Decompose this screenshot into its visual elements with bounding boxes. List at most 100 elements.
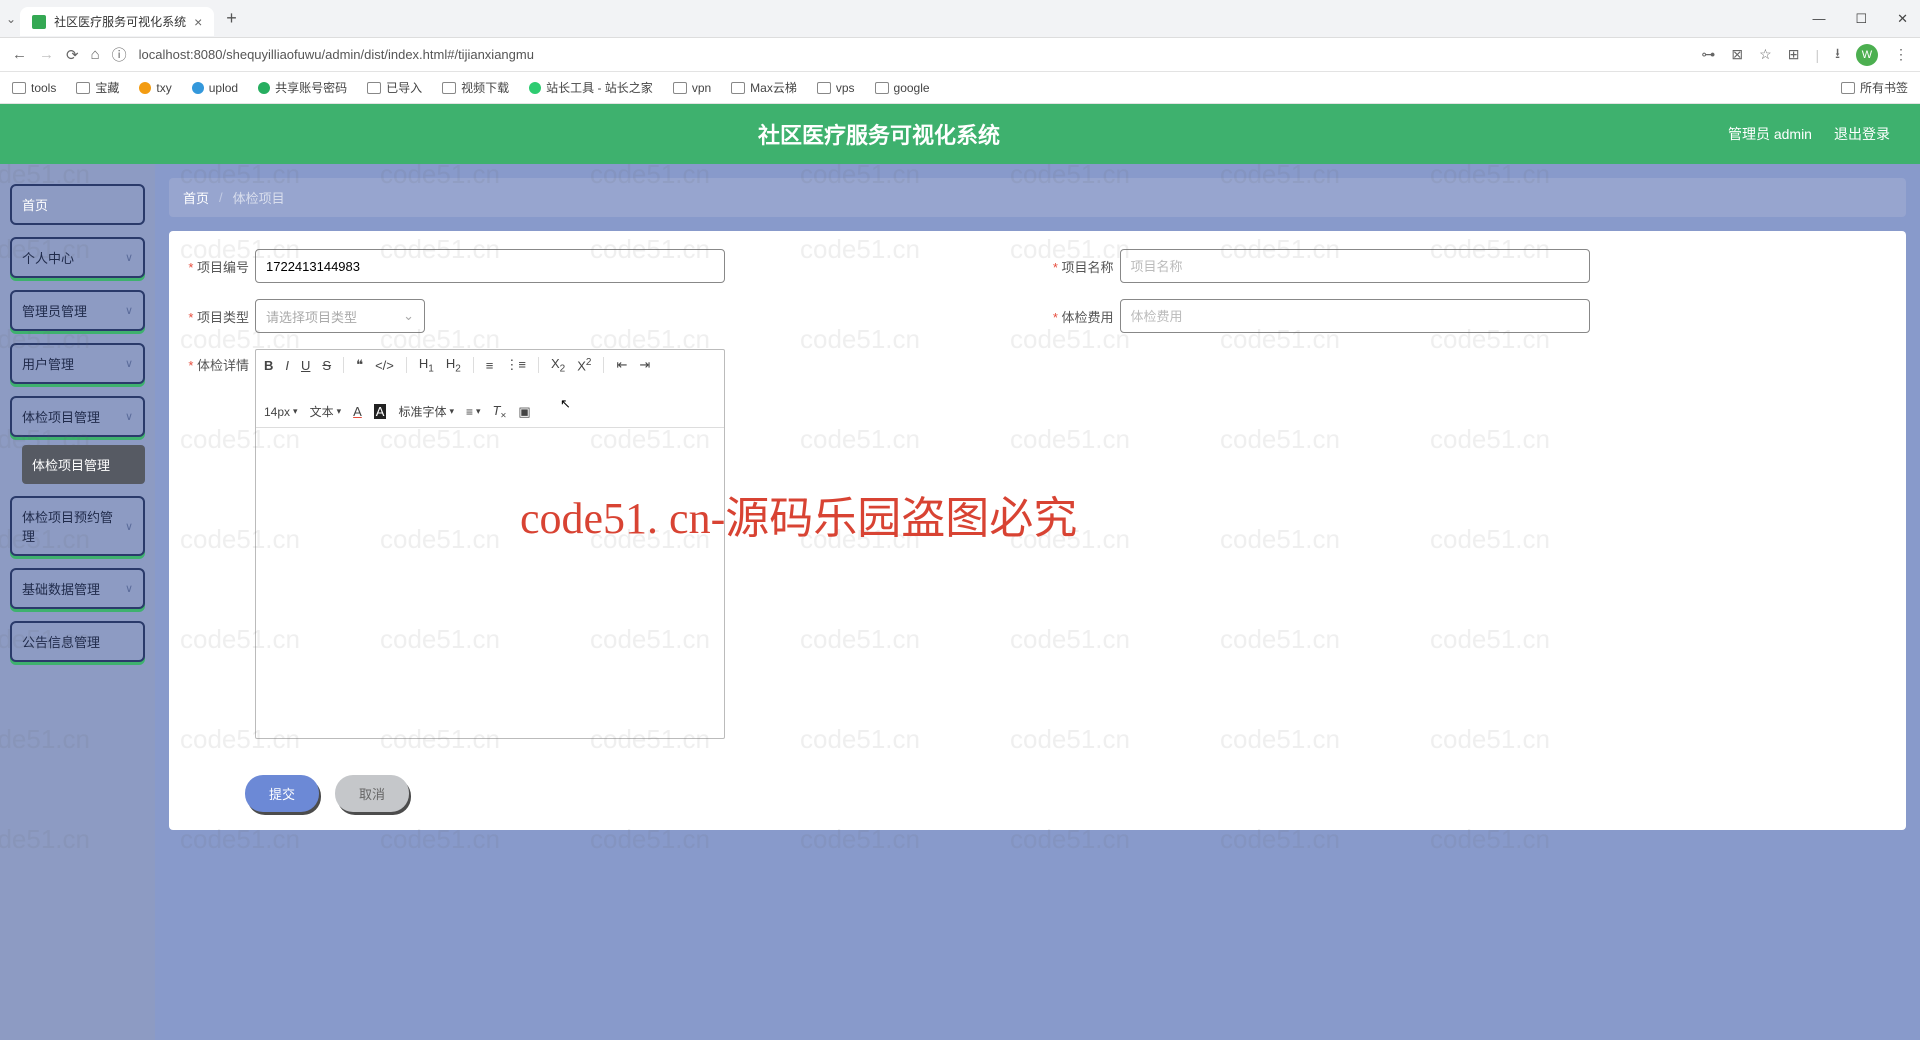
forward-icon[interactable]: → xyxy=(39,46,54,63)
bookmark-icon xyxy=(192,82,204,94)
menu-icon[interactable]: ⋮ xyxy=(1894,46,1908,63)
editor-body[interactable] xyxy=(256,428,724,738)
reload-icon[interactable]: ⟳ xyxy=(66,46,79,64)
folder-icon xyxy=(12,82,26,94)
sidebar-sub-exam-manage[interactable]: 体检项目管理 xyxy=(22,445,145,484)
chevron-down-icon: ∨ xyxy=(125,251,133,264)
font-color-icon[interactable]: A xyxy=(353,404,362,419)
font-family-select[interactable]: 标准字体▾ xyxy=(398,403,454,420)
cancel-button[interactable]: 取消 xyxy=(335,775,409,812)
indent-right-icon[interactable]: ⇥ xyxy=(639,357,650,373)
sidebar-item-exam[interactable]: 体检项目管理∨ xyxy=(10,396,145,437)
italic-icon[interactable]: I xyxy=(285,358,289,373)
chevron-down-icon: ∨ xyxy=(125,304,133,317)
chevron-down-icon: ∨ xyxy=(125,357,133,370)
tab-list-chevron[interactable]: ⌄ xyxy=(6,12,16,26)
proj-type-select[interactable]: 请选择项目类型 ⌄ xyxy=(255,299,425,333)
image-icon[interactable]: ▣ xyxy=(518,404,530,420)
sidebar-item-home[interactable]: 首页 xyxy=(10,184,145,225)
bookmark-item[interactable]: 宝藏 xyxy=(76,79,119,96)
strike-icon[interactable]: S xyxy=(322,358,331,373)
superscript-icon[interactable]: X2 xyxy=(577,357,591,373)
download-icon[interactable]: ⭳ xyxy=(1835,43,1840,67)
bookmark-item[interactable]: 已导入 xyxy=(367,79,422,96)
home-icon[interactable]: ⌂ xyxy=(91,46,100,63)
bookmark-item[interactable]: google xyxy=(875,81,930,95)
bookmark-item[interactable]: 共享账号密码 xyxy=(258,79,347,96)
sidebar-item-reserve[interactable]: 体检项目预约管理∨ xyxy=(10,496,145,556)
bookmark-item[interactable]: vps xyxy=(817,81,855,95)
h1-icon[interactable]: H1 xyxy=(419,356,434,375)
sidebar-item-basedata[interactable]: 基础数据管理∨ xyxy=(10,568,145,609)
current-user-label[interactable]: 管理员 admin xyxy=(1728,124,1812,144)
bookmark-item[interactable]: 站长工具 - 站长之家 xyxy=(529,79,653,96)
key-icon[interactable]: ⊶ xyxy=(1701,46,1715,63)
chevron-down-icon: ∨ xyxy=(125,582,133,595)
quote-icon[interactable]: ❝ xyxy=(356,357,363,373)
bookmarks-bar: tools 宝藏 txy uplod 共享账号密码 已导入 视频下载 站长工具 … xyxy=(0,72,1920,104)
sidebar-item-admin[interactable]: 管理员管理∨ xyxy=(10,290,145,331)
bookmark-item[interactable]: Max云梯 xyxy=(731,79,797,96)
new-tab-button[interactable]: + xyxy=(226,8,237,29)
folder-icon xyxy=(817,82,831,94)
proj-no-label: 项目编号 xyxy=(185,257,249,276)
bookmark-item[interactable]: uplod xyxy=(192,81,238,95)
list-ordered-icon[interactable]: ≡ xyxy=(486,358,494,373)
divider: | xyxy=(1815,47,1819,63)
breadcrumb-home[interactable]: 首页 xyxy=(183,188,209,207)
maximize-icon[interactable]: ☐ xyxy=(1855,11,1867,27)
browser-tab[interactable]: 社区医疗服务可视化系统 × xyxy=(20,7,214,36)
indent-left-icon[interactable]: ⇤ xyxy=(616,357,627,373)
align-select[interactable]: ≡▾ xyxy=(466,405,481,419)
close-icon[interactable]: × xyxy=(194,14,202,30)
chevron-down-icon: ∨ xyxy=(125,410,133,423)
folder-icon xyxy=(875,82,889,94)
detail-label: 体检详情 xyxy=(185,355,249,374)
app-header: 社区医疗服务可视化系统 管理员 admin 退出登录 xyxy=(0,104,1920,164)
text-type-select[interactable]: 文本▾ xyxy=(310,403,342,420)
bookmark-icon xyxy=(139,82,151,94)
fee-input[interactable] xyxy=(1120,299,1590,333)
sidebar-item-user[interactable]: 用户管理∨ xyxy=(10,343,145,384)
submit-button[interactable]: 提交 xyxy=(245,775,319,812)
folder-icon xyxy=(1841,82,1855,94)
site-info-icon[interactable]: ⓘ xyxy=(112,44,127,65)
proj-type-label: 项目类型 xyxy=(185,307,249,326)
app-title: 社区医疗服务可视化系统 xyxy=(758,118,1000,150)
bg-color-icon[interactable]: A xyxy=(374,404,387,419)
h2-icon[interactable]: H2 xyxy=(446,356,461,375)
bookmark-item[interactable]: vpn xyxy=(673,81,711,95)
url-field[interactable]: localhost:8080/shequyilliaofuwu/admin/di… xyxy=(139,47,534,62)
sidebar-item-notice[interactable]: 公告信息管理 xyxy=(10,621,145,662)
favicon-icon xyxy=(32,15,46,29)
proj-name-label: 项目名称 xyxy=(1050,257,1114,276)
tab-title: 社区医疗服务可视化系统 xyxy=(54,13,186,30)
list-unordered-icon[interactable]: ⋮≡ xyxy=(505,357,526,373)
proj-no-input[interactable] xyxy=(255,249,725,283)
bookmark-item[interactable]: 视频下载 xyxy=(442,79,509,96)
extension-icon[interactable]: ⊞ xyxy=(1788,46,1800,63)
folder-icon xyxy=(367,82,381,94)
bookmark-item[interactable]: txy xyxy=(139,81,171,95)
font-size-select[interactable]: 14px▾ xyxy=(264,405,298,419)
close-window-icon[interactable]: ✕ xyxy=(1897,11,1908,27)
avatar[interactable]: W xyxy=(1856,44,1878,66)
subscript-icon[interactable]: X2 xyxy=(551,356,565,375)
logout-link[interactable]: 退出登录 xyxy=(1834,124,1890,144)
chevron-down-icon: ∨ xyxy=(125,520,133,533)
bookmark-item[interactable]: tools xyxy=(12,81,56,95)
folder-icon xyxy=(442,82,456,94)
chevron-down-icon: ⌄ xyxy=(403,308,414,324)
code-icon[interactable]: </> xyxy=(375,358,394,373)
clear-format-icon[interactable]: T× xyxy=(493,403,507,422)
bold-icon[interactable]: B xyxy=(264,358,273,373)
back-icon[interactable]: ← xyxy=(12,46,27,63)
all-bookmarks[interactable]: 所有书签 xyxy=(1841,79,1908,96)
proj-name-input[interactable] xyxy=(1120,249,1590,283)
minimize-icon[interactable]: — xyxy=(1812,11,1825,27)
underline-icon[interactable]: U xyxy=(301,358,310,373)
folder-icon xyxy=(731,82,745,94)
star-icon[interactable]: ☆ xyxy=(1759,46,1772,63)
translate-icon[interactable]: ⊠ xyxy=(1731,46,1743,63)
sidebar-item-personal[interactable]: 个人中心∨ xyxy=(10,237,145,278)
